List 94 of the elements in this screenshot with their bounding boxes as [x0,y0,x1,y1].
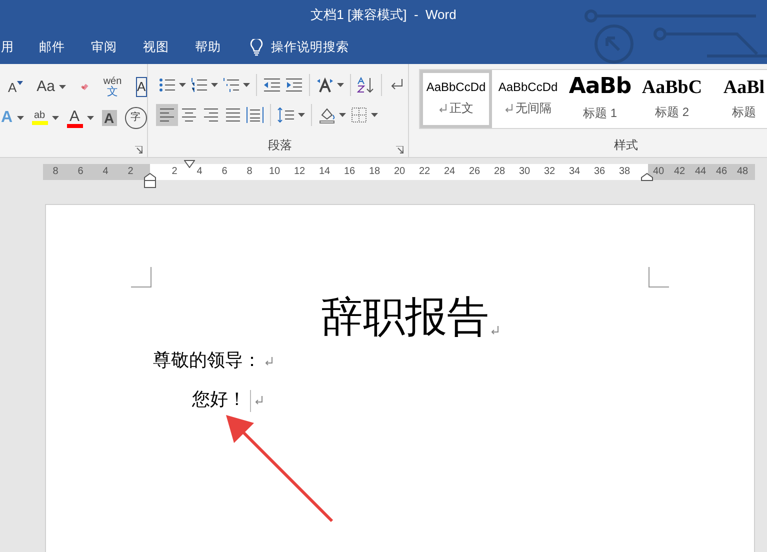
dropdown-caret-icon [337,83,344,87]
dropdown-caret-icon [16,116,24,120]
ruler-number: 42 [672,165,686,179]
alignment-button[interactable] [244,104,266,126]
phonetic-guide-button[interactable]: wén 文 [103,76,122,98]
alignment-button[interactable] [156,104,178,126]
dialog-launcher-icon[interactable] [135,146,143,154]
ruler-number: 26 [468,165,482,179]
dropdown-caret-icon [86,116,94,120]
dropdown-caret-icon [371,113,378,117]
ruler-number: 8 [52,165,60,179]
paint-bucket-icon [318,106,336,124]
style-gallery-item[interactable]: AaBbCcDd 无间隔 [492,70,564,128]
ruler-number: 6 [76,165,84,179]
document-title: 辞职报告 [321,294,489,343]
ruler-number: 4 [102,165,110,179]
first-line-indent-marker-icon[interactable] [184,160,195,168]
dropdown-caret-icon [298,113,305,117]
ruler-number: 30 [518,165,532,179]
sort-icon [357,76,375,94]
ruler-number: 16 [342,165,356,179]
bullet-list-icon [158,76,176,94]
style-gallery-item[interactable]: AaBbC 标题 2 [636,70,708,128]
document-paragraph: 您好！ [192,388,246,411]
character-border-button[interactable]: A [136,77,147,97]
ruler-number: 34 [568,165,582,179]
multilevel-list-icon [222,76,240,94]
ruler-number: 18 [368,165,382,179]
paragraph-mark-icon [265,357,273,366]
ruler-number: 14 [318,165,332,179]
text-direction-icon [316,76,334,94]
ruler-number: 4 [196,165,204,179]
ruler-number: 28 [492,165,506,179]
ribbon-tab[interactable]: 视图 [130,30,182,64]
ruler-number: 12 [292,165,306,179]
group-label: 样式 [614,137,638,154]
shrink-font-button[interactable]: A [8,80,23,94]
enclose-characters-button[interactable]: 字 [124,107,147,129]
dropdown-caret-icon [59,85,66,89]
group-label: 段落 [268,137,292,154]
ruler-number: 46 [714,165,728,179]
highlight-button[interactable]: ab [32,111,59,125]
align-center-icon [180,106,198,124]
margin-corner-icon [648,267,669,288]
ribbon-tab[interactable]: 审阅 [78,30,130,64]
linked-style-icon [438,104,446,112]
ruler-number: 32 [542,165,556,179]
style-gallery-item[interactable]: AaBl 标题 [708,70,767,128]
change-case-button[interactable]: Aa [36,76,66,98]
character-shading-button[interactable]: A [102,110,117,126]
paragraph-mark-icon [255,396,263,405]
ruler-number: 22 [418,165,432,179]
ruler-number: 38 [618,165,632,179]
borders-icon [350,106,368,124]
ribbon-tab[interactable]: 邮件 [26,30,78,64]
numbered-list-icon [190,76,208,94]
ruler-number: 36 [592,165,606,179]
distribute-icon [246,106,264,124]
ribbon-tab[interactable]: 用 [0,30,26,64]
lightbulb-icon [250,38,263,56]
align-right-icon [202,106,220,124]
ruler-number: 6 [220,165,228,179]
ruler-number: 40 [652,165,666,179]
dropdown-caret-icon [339,113,346,117]
ruler-number: 24 [442,165,456,179]
font-color-button[interactable]: A [66,108,94,128]
dropdown-caret-icon [179,83,186,87]
align-left-icon [158,106,176,124]
dialog-launcher-icon[interactable] [396,146,404,154]
salutation-text: 尊敬的领导： [153,349,261,372]
ruler-number: 2 [170,165,178,179]
line-spacing-icon [277,106,295,124]
ruler-number: 44 [694,165,708,179]
linked-style-icon [504,104,512,112]
triangle-icon [16,80,23,84]
right-indent-marker-icon[interactable] [641,173,653,181]
ruler-number: 20 [392,165,406,179]
ruler-number: 8 [246,165,254,179]
dropdown-caret-icon [52,116,59,120]
style-gallery-item[interactable]: AaBb 标题 1 [564,70,636,128]
justify-icon [224,106,242,124]
margin-corner-icon [131,267,152,288]
paragraph-mark-icon [491,326,499,335]
ruler-number: 10 [268,165,282,179]
tell-me-search-field[interactable]: 操作说明搜索 [271,38,349,56]
ruler-number: 48 [736,165,750,179]
style-gallery-item[interactable]: AaBbCcDd 正文 [420,70,492,128]
decrease-indent-icon [263,76,281,94]
dropdown-caret-icon [243,83,250,87]
dropdown-caret-icon [211,83,218,87]
window-title: 文档1 [兼容模式] - Word [310,6,456,24]
ruler-number: 2 [126,165,134,179]
increase-indent-icon [285,76,303,94]
ribbon-tab[interactable]: 帮助 [182,30,234,64]
